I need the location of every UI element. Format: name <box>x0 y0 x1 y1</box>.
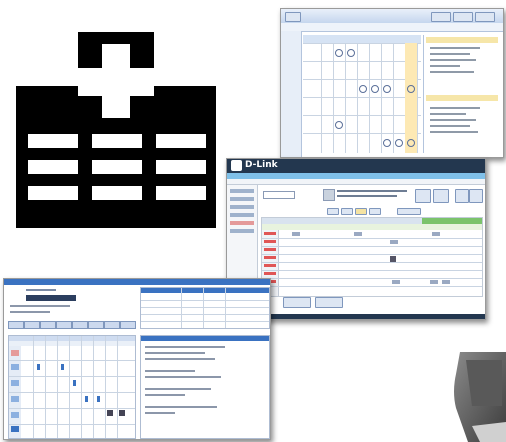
detail-panel <box>423 35 500 153</box>
nav-button[interactable] <box>369 208 381 215</box>
sidebar-item[interactable] <box>230 189 254 193</box>
tab[interactable] <box>24 321 40 329</box>
sidebar-item[interactable] <box>230 229 254 233</box>
tab[interactable] <box>8 321 24 329</box>
notes-panel <box>140 335 270 439</box>
menu-button[interactable] <box>285 12 301 22</box>
tool-button[interactable] <box>433 189 449 203</box>
screenshot-patient-record <box>3 278 271 440</box>
info-table <box>140 287 270 329</box>
patient-header <box>6 287 114 317</box>
tab[interactable] <box>56 321 72 329</box>
tab[interactable] <box>88 321 104 329</box>
breadcrumb <box>227 179 485 185</box>
chart-grid <box>8 335 136 439</box>
tab[interactable] <box>72 321 88 329</box>
tool-button[interactable] <box>469 189 483 203</box>
tab[interactable] <box>120 321 136 329</box>
sidebar-item[interactable] <box>230 213 254 217</box>
schedule-grid <box>303 35 421 153</box>
brand-logo: D-Link <box>245 160 278 170</box>
avatar <box>323 189 335 201</box>
date-select[interactable] <box>263 191 295 199</box>
phone-icon <box>454 352 506 442</box>
action-button[interactable] <box>431 12 451 22</box>
tab[interactable] <box>40 321 56 329</box>
sidebar-item[interactable] <box>230 205 254 209</box>
action-button[interactable] <box>475 12 495 22</box>
nav-button[interactable] <box>327 208 339 215</box>
logo-icon <box>231 160 242 171</box>
tool-button[interactable] <box>415 189 431 203</box>
hospital-cross-icon <box>16 32 216 228</box>
nav-button[interactable] <box>341 208 353 215</box>
tab-bar <box>8 321 138 329</box>
footer-button[interactable] <box>283 297 311 308</box>
tool-button[interactable] <box>455 189 469 203</box>
sidebar <box>281 31 302 157</box>
ward-grid <box>261 217 483 297</box>
sidebar-item[interactable] <box>230 197 254 201</box>
window-header <box>4 279 270 285</box>
toolbar <box>281 23 503 32</box>
screenshot-schedule-top <box>280 8 504 158</box>
nav-button[interactable] <box>355 208 367 215</box>
footer-button[interactable] <box>315 297 343 308</box>
nav-button[interactable] <box>397 208 421 215</box>
action-button[interactable] <box>453 12 473 22</box>
tab[interactable] <box>104 321 120 329</box>
sidebar-item[interactable] <box>230 221 254 225</box>
